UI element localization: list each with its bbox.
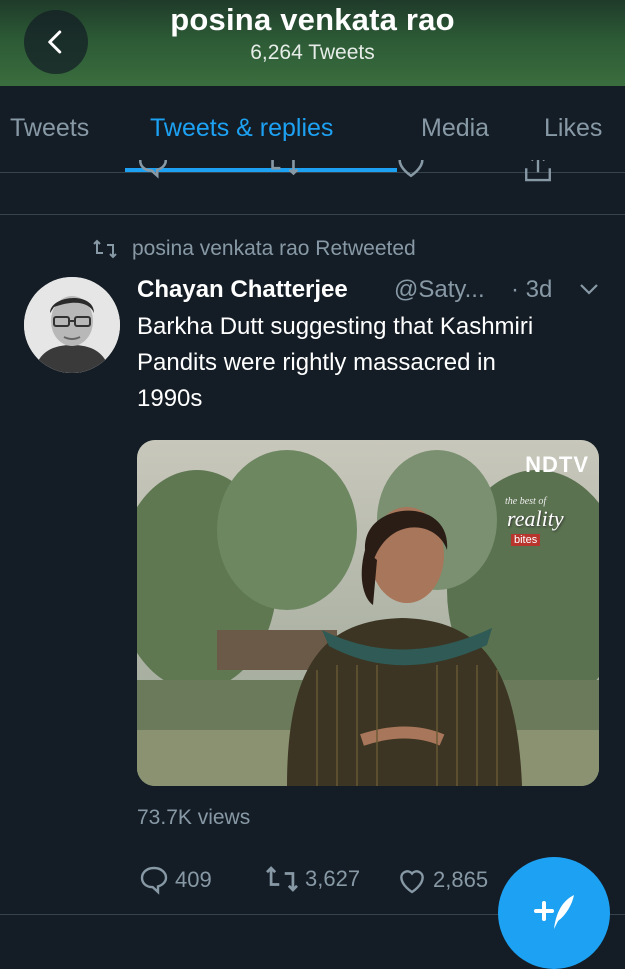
- view-count: 73.7K views: [137, 806, 251, 829]
- retweet-icon[interactable]: [266, 160, 300, 178]
- retweet-icon: [266, 866, 298, 892]
- reply-icon: [140, 866, 168, 895]
- video-overlay-bottom: bites: [511, 534, 541, 546]
- video-watermark: NDTV: [525, 452, 589, 477]
- tweet-video[interactable]: NDTV the best of reality bites: [137, 440, 599, 786]
- retweet-button[interactable]: 3,627: [263, 864, 360, 894]
- tweet-timestamp: · 3d: [511, 276, 553, 303]
- tweet-author-line: Chayan Chatterjee @Saty... · 3d: [137, 276, 607, 306]
- like-button[interactable]: 2,865: [395, 864, 488, 896]
- like-icon[interactable]: [394, 160, 428, 180]
- avatar-image: [24, 277, 120, 373]
- retweet-icon: [93, 239, 117, 259]
- tab-likes[interactable]: Likes: [544, 114, 602, 143]
- like-count: 2,865: [433, 867, 489, 892]
- tweet-divider: [0, 214, 625, 215]
- reply-icon[interactable]: [136, 160, 170, 180]
- previous-tweet-actions: [0, 160, 625, 200]
- chevron-down-icon[interactable]: [578, 280, 600, 298]
- retweet-context[interactable]: posina venkata rao Retweeted: [92, 235, 416, 263]
- video-overlay-mid: reality: [507, 506, 564, 531]
- tab-tweets[interactable]: Tweets: [10, 114, 89, 143]
- profile-name: posina venkata rao: [170, 2, 455, 37]
- video-thumbnail: [137, 440, 599, 786]
- tab-tweets-and-replies[interactable]: Tweets & replies: [150, 114, 333, 143]
- compose-tweet-button[interactable]: [498, 857, 610, 969]
- retweet-count: 3,627: [305, 866, 361, 891]
- reply-button[interactable]: 409: [137, 864, 212, 896]
- profile-header: posina venkata rao 6,264 Tweets: [0, 0, 625, 86]
- tab-media[interactable]: Media: [421, 114, 489, 143]
- reply-count: 409: [175, 867, 212, 892]
- avatar[interactable]: [24, 277, 120, 373]
- author-handle[interactable]: @Saty...: [394, 276, 485, 304]
- share-icon[interactable]: [522, 160, 554, 184]
- like-icon: [400, 870, 424, 894]
- compose-tweet-icon: [534, 895, 574, 929]
- tweet-text: Barkha Dutt suggesting that Kashmiri Pan…: [137, 313, 534, 412]
- tweet-count: 6,264 Tweets: [250, 41, 375, 64]
- author-name[interactable]: Chayan Chatterjee: [137, 276, 348, 304]
- retweet-context-label: posina venkata rao Retweeted: [132, 237, 416, 260]
